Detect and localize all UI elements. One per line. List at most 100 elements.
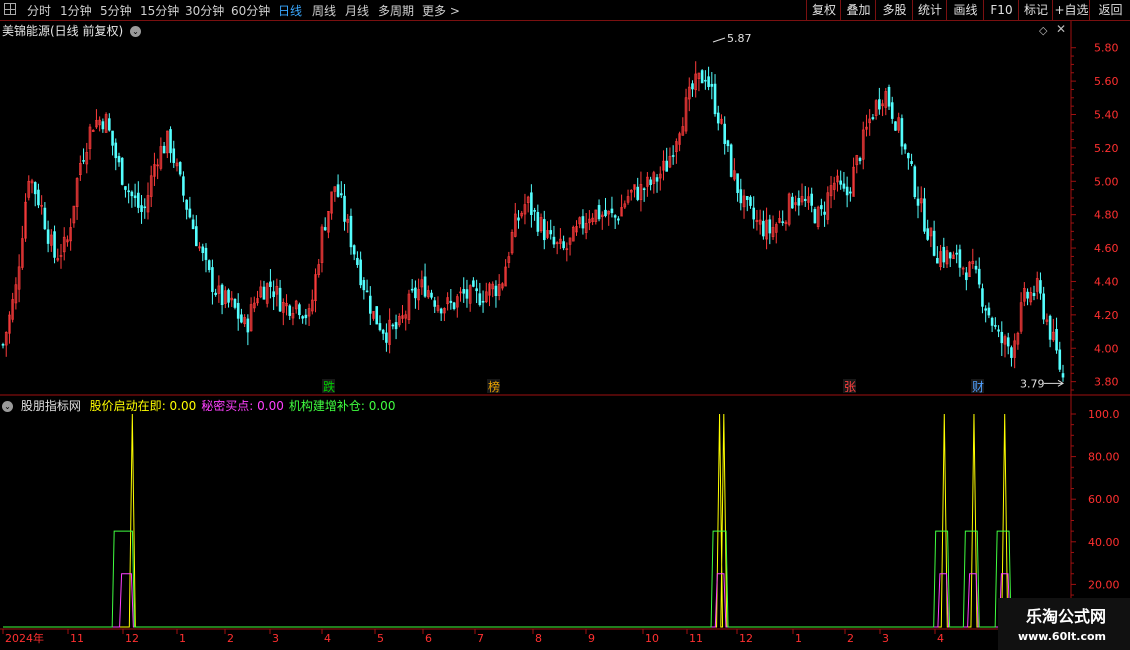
y-tick-label: 4.00 [1094, 342, 1119, 355]
candle-body [288, 305, 292, 316]
candle-body [423, 276, 427, 297]
x-tick-label: 5 [377, 632, 384, 645]
candle-body [195, 226, 198, 247]
candle-body [845, 186, 849, 196]
candle-body [1039, 280, 1042, 294]
candle-body [133, 195, 137, 199]
y-tick-label: 80.00 [1088, 451, 1120, 464]
candle-body [1000, 331, 1004, 344]
x-tick-label: 6 [425, 632, 432, 645]
event-badge-text: 财 [972, 380, 984, 394]
candle-body [227, 289, 230, 303]
candle-body [452, 302, 456, 309]
candle-body [858, 157, 862, 162]
indicator-line [3, 573, 1063, 628]
y-tick-label: 60.00 [1088, 493, 1120, 506]
candle-body [948, 252, 952, 259]
candle-body [617, 218, 620, 221]
candle-body [130, 191, 134, 197]
candle-body [33, 182, 37, 195]
candle-body [636, 186, 640, 200]
candle-body [842, 183, 846, 189]
candle-body [37, 189, 40, 206]
indicator-line [3, 413, 1063, 628]
candle-body [349, 215, 353, 248]
candle-body [987, 307, 991, 316]
candle-body [552, 236, 556, 245]
y-tick-label: 5.40 [1094, 109, 1119, 122]
candle-body [665, 160, 669, 172]
y-tick-label: 20.00 [1088, 578, 1120, 591]
candle-body [391, 324, 395, 327]
candle-body [101, 121, 105, 130]
candle-body [926, 228, 929, 240]
candle-body [494, 285, 498, 296]
candle-body [974, 265, 978, 270]
candle-body [813, 209, 817, 224]
candle-body [246, 318, 250, 333]
candle-body [465, 289, 469, 299]
candle-body [1042, 293, 1045, 320]
candle-body [597, 205, 601, 220]
candle-body [410, 288, 414, 291]
candle-body [984, 308, 987, 311]
candle-body [1058, 349, 1062, 370]
candle-body [533, 210, 536, 212]
candle-body [907, 153, 910, 159]
candle-body [439, 308, 443, 314]
candle-body [977, 268, 981, 285]
indicator-line [3, 530, 1063, 628]
close-icon[interactable]: ✕ [1056, 22, 1066, 36]
candle-body [362, 280, 366, 291]
candle-body [803, 198, 807, 201]
candle-body [890, 102, 894, 119]
x-tick-label: 12 [739, 632, 753, 645]
candle-body [368, 295, 372, 314]
candle-body [604, 209, 607, 217]
candle-body [536, 212, 540, 232]
y-tick-label: 40.00 [1088, 536, 1120, 549]
candle-body [762, 220, 765, 237]
y-tick-label: 4.80 [1094, 209, 1119, 222]
candle-body [394, 322, 398, 330]
candle-body [542, 219, 546, 241]
candle-body [913, 166, 917, 198]
candle-body [736, 173, 739, 193]
candle-body [981, 288, 984, 307]
candle-body [220, 284, 224, 305]
diamond-icon[interactable]: ◇ [1039, 24, 1047, 37]
x-tick-label: 4 [937, 632, 944, 645]
candle-body [994, 325, 997, 327]
x-tick-label: 8 [535, 632, 542, 645]
candle-body [810, 193, 813, 206]
candle-body [739, 189, 743, 204]
candle-body [1055, 329, 1058, 351]
candle-body [990, 317, 994, 326]
candle-body [188, 208, 192, 218]
candle-body [745, 196, 749, 201]
candle-body [269, 281, 272, 287]
candle-body [472, 280, 475, 287]
chart-area[interactable]: 5.80 5.60 5.40 5.20 5.00 4.80 4.60 4.40 4.20 4.00… [0, 0, 1130, 650]
candle-body [700, 70, 704, 84]
candle-body [343, 195, 346, 222]
candle-body [894, 121, 897, 131]
candle-body [797, 197, 801, 206]
y-tick-label: 4.20 [1094, 309, 1119, 322]
event-badge-text: 跌 [323, 379, 335, 394]
y-tick-label: 5.80 [1094, 42, 1119, 55]
candle-body [233, 299, 237, 308]
candle-body [365, 290, 369, 293]
candle-body [262, 286, 266, 300]
candle-body [339, 193, 343, 196]
x-tick-label: 4 [324, 632, 331, 645]
y-tick-label: 5.60 [1094, 75, 1119, 88]
low-price-label: 3.79 [1020, 377, 1045, 390]
candle-body [120, 157, 124, 185]
candle-body [581, 216, 585, 229]
x-tick-label: 2 [847, 632, 854, 645]
candle-body [849, 191, 852, 194]
candle-body [46, 229, 50, 244]
candle-body [903, 144, 907, 150]
candle-body [462, 289, 466, 294]
